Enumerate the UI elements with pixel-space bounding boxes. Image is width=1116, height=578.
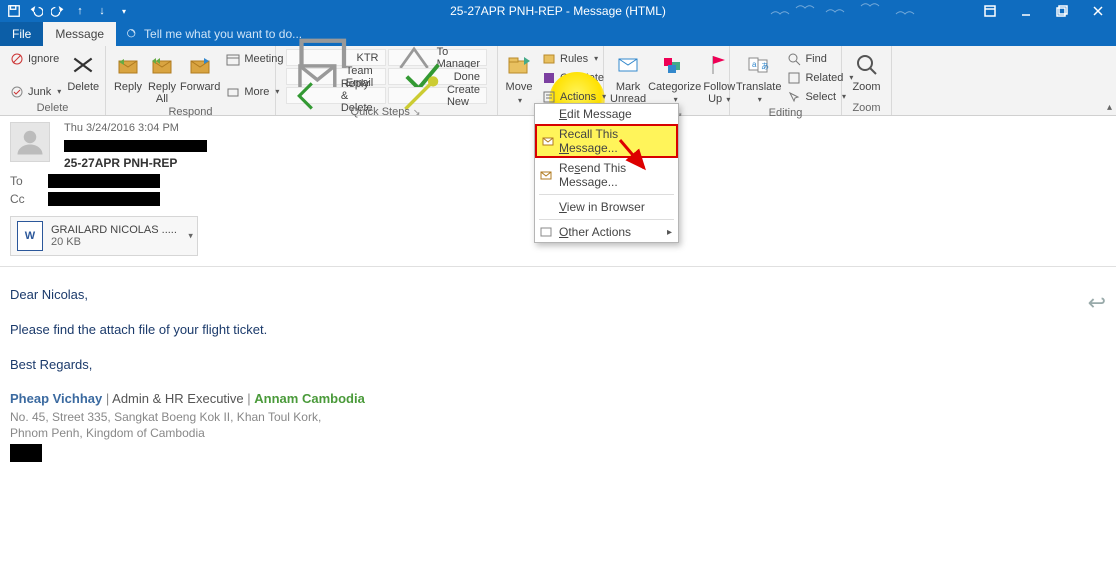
ribbon-group-delete: Ignore Junk▾ Delete Delete <box>0 46 106 115</box>
to-label: To <box>10 174 38 188</box>
junk-button[interactable]: Junk▾ <box>6 83 65 100</box>
ribbon-tabs: File Message Tell me what you want to do… <box>0 22 1116 46</box>
menu-resend-message[interactable]: Resend This Message... <box>535 158 678 192</box>
forward-button[interactable]: Forward <box>180 48 220 93</box>
categorize-button[interactable]: Categorize▾ <box>648 48 701 106</box>
sig-addr1: No. 45, Street 335, Sangkat Boeng Kok II… <box>10 410 1106 426</box>
mark-unread-button[interactable]: Mark Unread <box>610 48 646 105</box>
close-button[interactable] <box>1080 0 1116 22</box>
tell-me-search[interactable]: Tell me what you want to do... <box>116 22 302 46</box>
delete-button[interactable]: Delete <box>67 48 99 93</box>
from-address-redacted: user1;user2@example.com <box>64 140 207 152</box>
quickstep-create-new[interactable]: Create New <box>388 87 488 104</box>
menu-separator <box>539 219 674 220</box>
sig-name: Pheap Vichhay <box>10 391 102 406</box>
window-title: 25-27APR PNH-REP - Message (HTML) <box>0 4 1116 18</box>
attachment-dropdown-icon[interactable]: ▾ <box>188 231 193 242</box>
body-greeting: Dear Nicolas, <box>10 285 1106 306</box>
undo-icon[interactable] <box>28 3 44 19</box>
quickstep-reply-delete[interactable]: Reply & Delete <box>286 87 386 104</box>
ribbon-group-quicksteps: KTR To Manager Team Email Done Reply & D… <box>276 46 498 115</box>
body-closing: Best Regards, <box>10 355 1106 376</box>
ribbon-group-respond: Reply Reply All Forward Meeting More▾ Re… <box>106 46 276 115</box>
save-icon[interactable] <box>6 3 22 19</box>
message-subject: 25-27APR PNH-REP <box>64 156 207 170</box>
ribbon-options-button[interactable] <box>972 0 1008 22</box>
message-body: Dear Nicolas, Please find the attach fil… <box>0 267 1116 480</box>
titlebar: ↑ ↓ ▾ 25-27APR PNH-REP - Message (HTML) <box>0 0 1116 22</box>
reply-all-button[interactable]: Reply All <box>146 48 178 105</box>
titlebar-decoration <box>766 0 946 22</box>
ribbon-group-zoom: Zoom Zoom <box>842 46 892 115</box>
menu-view-in-browser[interactable]: View in Browser <box>535 197 678 217</box>
actions-dropdown: Edit Message Recall This Message... Rese… <box>534 103 679 243</box>
prev-item-icon[interactable]: ↑ <box>72 3 88 19</box>
svg-text:あ: あ <box>761 62 769 71</box>
sig-redacted: xxxxx <box>10 444 42 462</box>
tab-file[interactable]: File <box>0 22 43 46</box>
message-date: Thu 3/24/2016 3:04 PM <box>64 122 207 134</box>
sender-avatar <box>10 122 50 162</box>
cc-label: Cc <box>10 192 38 206</box>
collapse-ribbon-icon[interactable]: ▴ <box>1107 102 1112 113</box>
reply-hint-icon[interactable]: ↩ <box>1088 290 1106 316</box>
attachment-chip[interactable]: W GRAILARD NICOLAS ..... 20 KB ▾ <box>10 216 198 256</box>
menu-other-actions[interactable]: Other Actions <box>535 222 678 242</box>
rules-button[interactable]: Rules▾ <box>538 50 610 67</box>
move-button[interactable]: Move ▾ <box>504 48 536 107</box>
sig-company: Annam Cambodia <box>254 391 365 406</box>
attachment-name: GRAILARD NICOLAS ..... <box>51 224 177 236</box>
tab-message[interactable]: Message <box>43 22 116 46</box>
translate-button[interactable]: aあTranslate▾ <box>736 48 781 106</box>
tell-me-placeholder: Tell me what you want to do... <box>144 27 302 41</box>
zoom-button[interactable]: Zoom <box>848 48 885 93</box>
word-doc-icon: W <box>17 221 43 251</box>
qat-customize-icon[interactable]: ▾ <box>116 3 132 19</box>
menu-recall-message[interactable]: Recall This Message... <box>535 124 678 158</box>
sig-role: Admin & HR Executive <box>112 391 244 406</box>
to-address-redacted: user3@example.com <box>48 174 160 188</box>
menu-separator <box>539 194 674 195</box>
body-line: Please find the attach file of your flig… <box>10 320 1106 341</box>
reply-button[interactable]: Reply <box>112 48 144 93</box>
ignore-button[interactable]: Ignore <box>6 50 65 67</box>
svg-text:a: a <box>752 60 757 69</box>
maximize-button[interactable] <box>1044 0 1080 22</box>
minimize-button[interactable] <box>1008 0 1044 22</box>
onenote-button[interactable]: OneNote <box>538 69 610 86</box>
menu-edit-message[interactable]: Edit Message <box>535 104 678 124</box>
next-item-icon[interactable]: ↓ <box>94 3 110 19</box>
redo-icon[interactable] <box>50 3 66 19</box>
sig-addr2: Phnom Penh, Kingdom of Cambodia <box>10 426 1106 442</box>
ribbon-group-editing: aあTranslate▾ Find Related▾ Select▾ Editi… <box>730 46 842 115</box>
cc-address-redacted: user4@example.com <box>48 192 160 206</box>
attachment-size: 20 KB <box>51 236 177 248</box>
